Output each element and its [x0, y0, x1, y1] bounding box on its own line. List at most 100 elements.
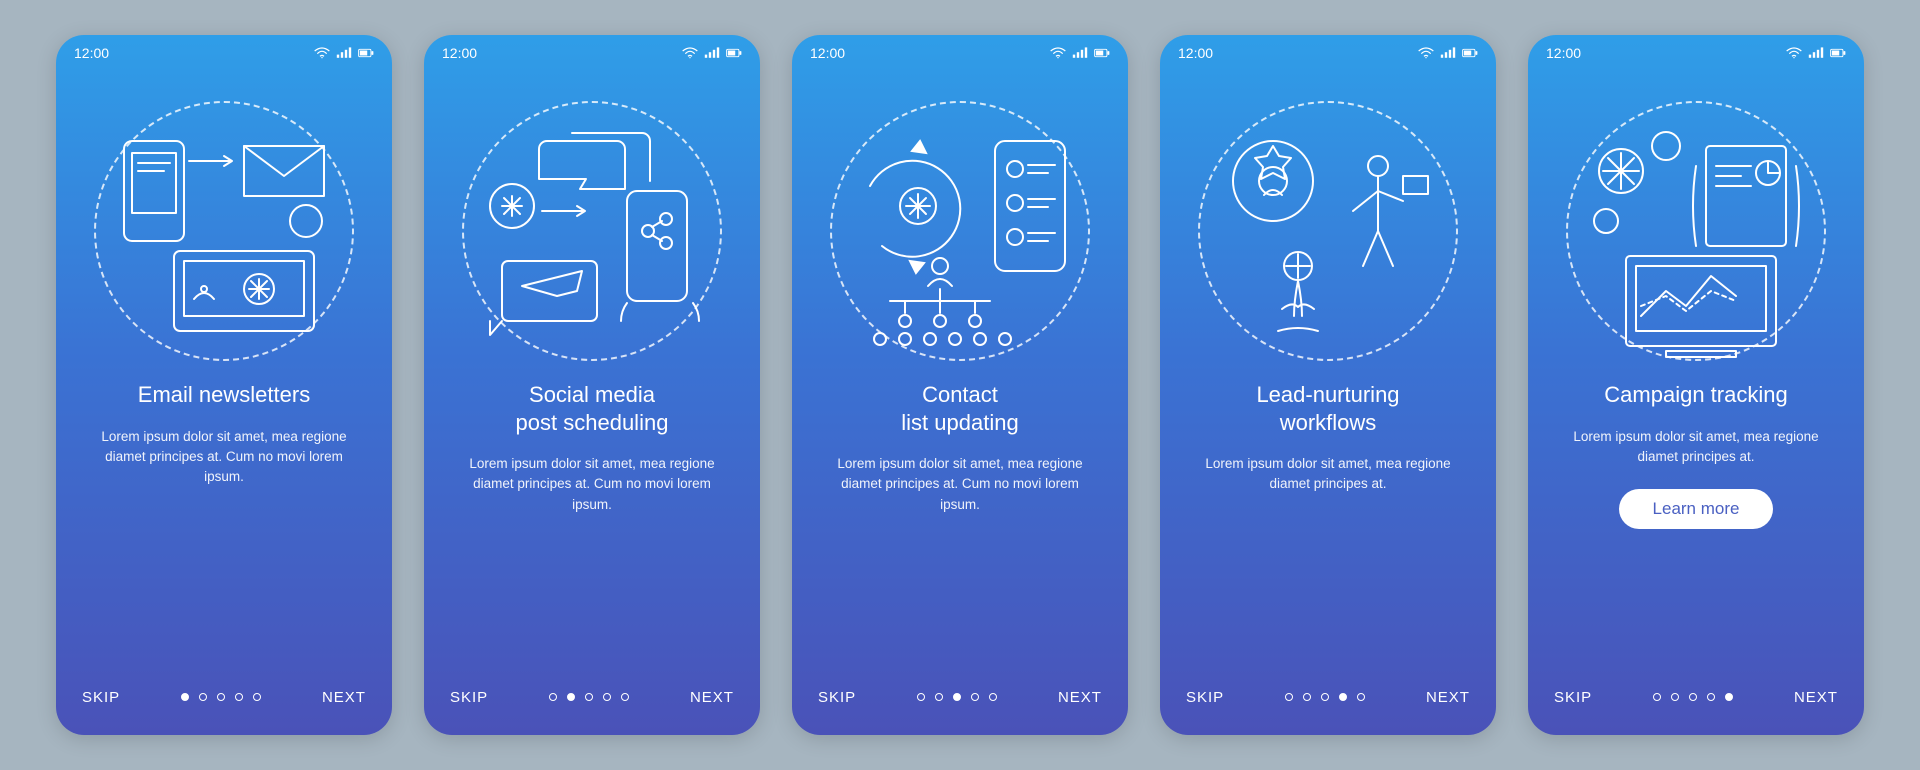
onboarding-screen-2: 12:00 Social media post scheduling Lorem…	[424, 35, 760, 735]
status-time: 12:00	[74, 45, 109, 61]
battery-icon	[1094, 47, 1110, 59]
dashed-circle-icon	[94, 101, 354, 361]
battery-icon	[358, 47, 374, 59]
battery-icon	[1462, 47, 1478, 59]
screen-title: Email newsletters	[138, 381, 310, 409]
pagination-dot[interactable]	[953, 693, 961, 701]
signal-icon	[1808, 47, 1824, 59]
screen-body: Lorem ipsum dolor sit amet, mea regione …	[84, 427, 364, 488]
campaign-tracking-icon	[1528, 81, 1864, 381]
screen-body: Lorem ipsum dolor sit amet, mea regione …	[1188, 454, 1468, 495]
email-newsletters-icon	[56, 81, 392, 381]
pagination-dot[interactable]	[1321, 693, 1329, 701]
onboarding-footer: SKIP NEXT	[792, 665, 1128, 735]
learn-more-button[interactable]: Learn more	[1619, 489, 1774, 529]
pagination-dot[interactable]	[971, 693, 979, 701]
status-icons	[1418, 47, 1478, 59]
wifi-icon	[1786, 47, 1802, 59]
pagination-dot[interactable]	[567, 693, 575, 701]
pagination-dots	[181, 693, 261, 701]
status-icons	[1786, 47, 1846, 59]
status-bar: 12:00	[1528, 35, 1864, 71]
pagination-dots	[917, 693, 997, 701]
pagination-dot[interactable]	[549, 693, 557, 701]
onboarding-footer: SKIP NEXT	[1528, 665, 1864, 735]
signal-icon	[704, 47, 720, 59]
onboarding-footer: SKIP NEXT	[424, 665, 760, 735]
skip-button[interactable]: SKIP	[450, 689, 488, 706]
status-icons	[314, 47, 374, 59]
wifi-icon	[682, 47, 698, 59]
dashed-circle-icon	[1198, 101, 1458, 361]
status-icons	[682, 47, 742, 59]
next-button[interactable]: NEXT	[1426, 689, 1470, 706]
skip-button[interactable]: SKIP	[818, 689, 856, 706]
status-icons	[1050, 47, 1110, 59]
pagination-dots	[1285, 693, 1365, 701]
signal-icon	[336, 47, 352, 59]
screen-title: Contact list updating	[901, 381, 1018, 436]
pagination-dot[interactable]	[917, 693, 925, 701]
status-time: 12:00	[442, 45, 477, 61]
lead-nurturing-workflows-icon	[1160, 81, 1496, 381]
skip-button[interactable]: SKIP	[82, 689, 120, 706]
dashed-circle-icon	[830, 101, 1090, 361]
dashed-circle-icon	[1566, 101, 1826, 361]
pagination-dot[interactable]	[1707, 693, 1715, 701]
status-bar: 12:00	[792, 35, 1128, 71]
battery-icon	[1830, 47, 1846, 59]
pagination-dot[interactable]	[1285, 693, 1293, 701]
pagination-dot[interactable]	[621, 693, 629, 701]
wifi-icon	[314, 47, 330, 59]
pagination-dot[interactable]	[1725, 693, 1733, 701]
wifi-icon	[1418, 47, 1434, 59]
pagination-dot[interactable]	[181, 693, 189, 701]
pagination-dots	[549, 693, 629, 701]
status-time: 12:00	[1546, 45, 1581, 61]
status-bar: 12:00	[1160, 35, 1496, 71]
pagination-dot[interactable]	[1303, 693, 1311, 701]
next-button[interactable]: NEXT	[322, 689, 366, 706]
pagination-dot[interactable]	[935, 693, 943, 701]
pagination-dot[interactable]	[1339, 693, 1347, 701]
screen-content: Social media post scheduling Lorem ipsum…	[424, 381, 760, 665]
pagination-dot[interactable]	[989, 693, 997, 701]
screen-body: Lorem ipsum dolor sit amet, mea regione …	[452, 454, 732, 515]
screen-content: Lead-nurturing workflows Lorem ipsum dol…	[1160, 381, 1496, 665]
onboarding-footer: SKIP NEXT	[1160, 665, 1496, 735]
status-bar: 12:00	[56, 35, 392, 71]
onboarding-screen-5: 12:00 Campaign tracking Lorem ipsum dolo…	[1528, 35, 1864, 735]
signal-icon	[1440, 47, 1456, 59]
next-button[interactable]: NEXT	[1058, 689, 1102, 706]
screen-content: Email newsletters Lorem ipsum dolor sit …	[56, 381, 392, 665]
pagination-dot[interactable]	[585, 693, 593, 701]
pagination-dot[interactable]	[1357, 693, 1365, 701]
screen-content: Contact list updating Lorem ipsum dolor …	[792, 381, 1128, 665]
pagination-dot[interactable]	[1671, 693, 1679, 701]
pagination-dot[interactable]	[253, 693, 261, 701]
status-bar: 12:00	[424, 35, 760, 71]
skip-button[interactable]: SKIP	[1186, 689, 1224, 706]
skip-button[interactable]: SKIP	[1554, 689, 1592, 706]
pagination-dot[interactable]	[603, 693, 611, 701]
pagination-dot[interactable]	[217, 693, 225, 701]
screen-content: Campaign tracking Lorem ipsum dolor sit …	[1528, 381, 1864, 665]
contact-list-updating-icon	[792, 81, 1128, 381]
onboarding-screen-4: 12:00 Lead-nurturing workflows Lorem	[1160, 35, 1496, 735]
dashed-circle-icon	[462, 101, 722, 361]
screen-title: Campaign tracking	[1604, 381, 1787, 409]
screen-title: Lead-nurturing workflows	[1256, 381, 1399, 436]
pagination-dots	[1653, 693, 1733, 701]
next-button[interactable]: NEXT	[690, 689, 734, 706]
screen-body: Lorem ipsum dolor sit amet, mea regione …	[1556, 427, 1836, 468]
pagination-dot[interactable]	[1653, 693, 1661, 701]
screen-body: Lorem ipsum dolor sit amet, mea regione …	[820, 454, 1100, 515]
signal-icon	[1072, 47, 1088, 59]
pagination-dot[interactable]	[199, 693, 207, 701]
next-button[interactable]: NEXT	[1794, 689, 1838, 706]
pagination-dot[interactable]	[235, 693, 243, 701]
onboarding-footer: SKIP NEXT	[56, 665, 392, 735]
status-time: 12:00	[1178, 45, 1213, 61]
pagination-dot[interactable]	[1689, 693, 1697, 701]
onboarding-screen-3: 12:00 Contact list updating	[792, 35, 1128, 735]
